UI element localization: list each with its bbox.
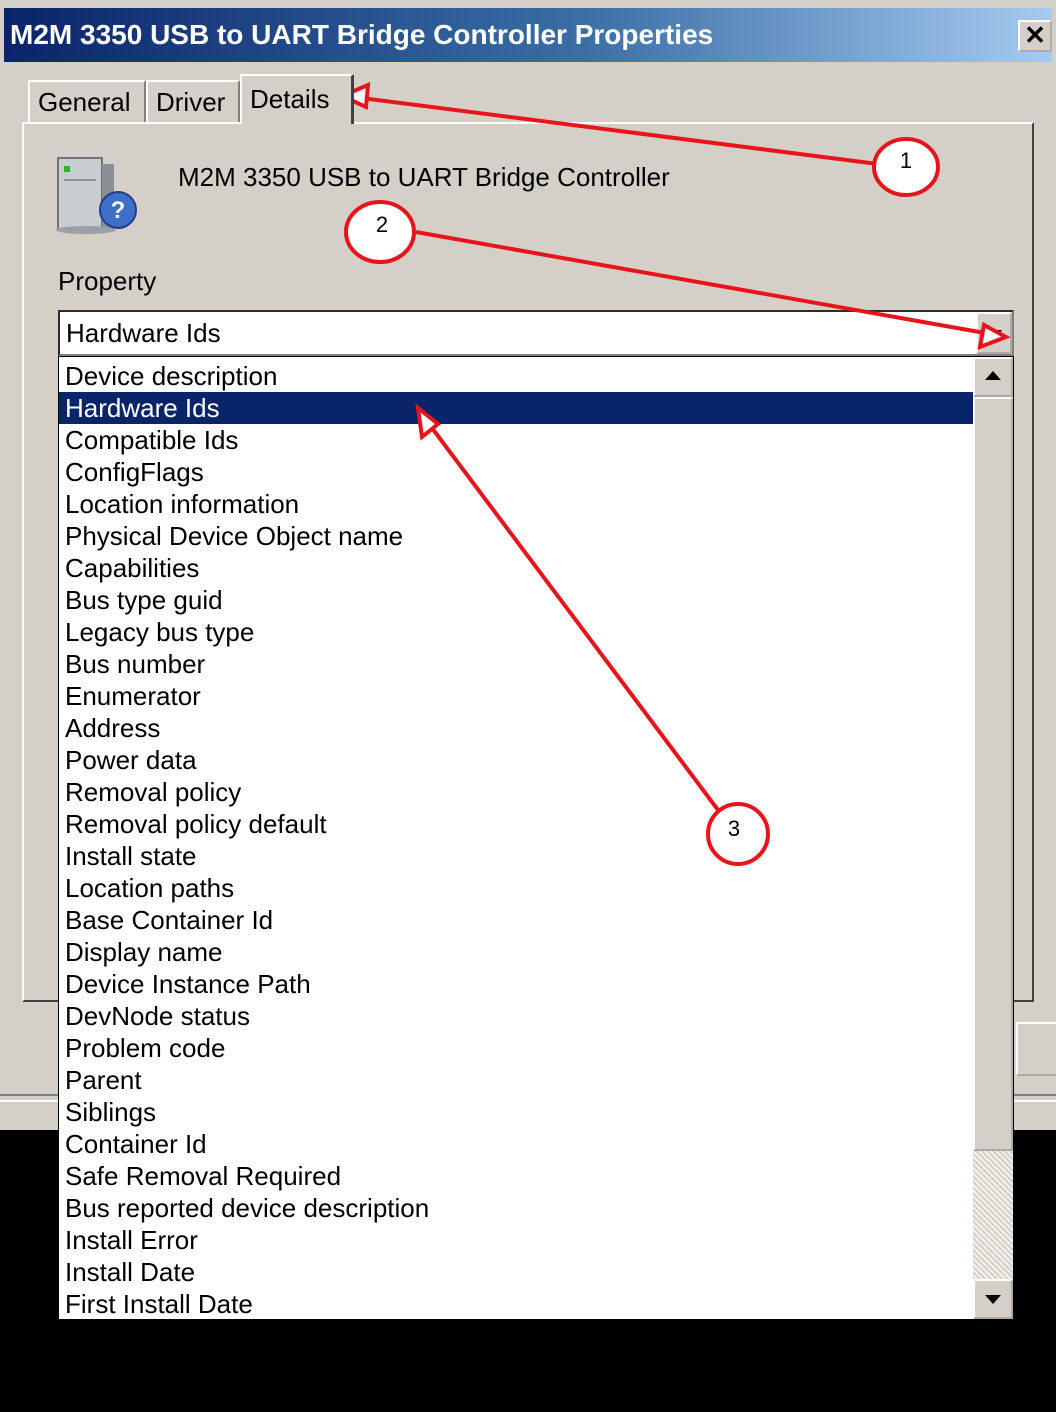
list-item[interactable]: Bus number (59, 648, 973, 680)
list-item[interactable]: Location information (59, 488, 973, 520)
property-label: Property (58, 266, 157, 296)
list-item[interactable]: Compatible Ids (59, 424, 973, 456)
list-item[interactable]: Physical Device Object name (59, 520, 973, 552)
list-item[interactable]: Enumerator (59, 680, 973, 712)
window-title: M2M 3350 USB to UART Bridge Controller P… (10, 19, 714, 50)
list-item[interactable]: Container Id (59, 1128, 973, 1160)
dialog-button[interactable] (1016, 1022, 1056, 1076)
list-item[interactable]: Capabilities (59, 552, 973, 584)
list-item[interactable]: Install state (59, 840, 973, 872)
tab-general[interactable]: General (28, 80, 146, 122)
list-item[interactable]: Safe Removal Required (59, 1160, 973, 1192)
vertical-scrollbar[interactable] (973, 357, 1013, 1319)
list-item[interactable]: Legacy bus type (59, 616, 973, 648)
list-item[interactable]: Siblings (59, 1096, 973, 1128)
chevron-down-icon (986, 330, 1002, 339)
list-item[interactable]: Location paths (59, 872, 973, 904)
device-unknown-icon: ? (56, 157, 137, 234)
list-item[interactable]: DevNode status (59, 1000, 973, 1032)
tab-driver[interactable]: Driver (146, 80, 240, 122)
tab-label: Details (250, 84, 330, 114)
list-item[interactable]: ConfigFlags (59, 456, 973, 488)
scroll-thumb[interactable] (973, 397, 1013, 1151)
list-item[interactable]: Bus reported device description (59, 1192, 973, 1224)
device-name: M2M 3350 USB to UART Bridge Controller (178, 162, 670, 192)
title-bar[interactable]: M2M 3350 USB to UART Bridge Controller P… (4, 8, 1052, 62)
list-item[interactable]: Install Date (59, 1256, 973, 1288)
list-item[interactable]: Device description (59, 360, 973, 392)
list-item[interactable]: Device Instance Path (59, 968, 973, 1000)
list-item[interactable]: First Install Date (59, 1288, 973, 1319)
close-button[interactable]: ✕ (1018, 20, 1052, 52)
scroll-down-button[interactable] (973, 1279, 1013, 1319)
list-item-selected[interactable]: Hardware Ids (59, 392, 973, 424)
list-item[interactable]: Parent (59, 1064, 973, 1096)
list-item[interactable]: Power data (59, 744, 973, 776)
property-dropdown-list[interactable]: Device description Hardware Ids Compatib… (58, 356, 1014, 1320)
arrow-up-icon (985, 371, 1001, 380)
list-item[interactable]: Bus type guid (59, 584, 973, 616)
tab-label: General (38, 87, 131, 117)
list-item[interactable]: Problem code (59, 1032, 973, 1064)
list-item[interactable]: Base Container Id (59, 904, 973, 936)
property-selected-value: Hardware Ids (66, 318, 221, 348)
property-combobox[interactable]: Hardware Ids (58, 310, 1014, 356)
list-item[interactable]: Display name (59, 936, 973, 968)
list-item[interactable]: Install Error (59, 1224, 973, 1256)
close-icon: ✕ (1024, 20, 1046, 50)
tab-details[interactable]: Details (240, 74, 354, 124)
tab-label: Driver (156, 87, 226, 117)
scroll-up-button[interactable] (973, 357, 1013, 397)
list-item[interactable]: Address (59, 712, 973, 744)
dropdown-button[interactable] (976, 312, 1012, 354)
svg-text:?: ? (111, 197, 126, 224)
list-item[interactable]: Removal policy default (59, 808, 973, 840)
arrow-down-icon (985, 1295, 1001, 1304)
list-item[interactable]: Removal policy (59, 776, 973, 808)
